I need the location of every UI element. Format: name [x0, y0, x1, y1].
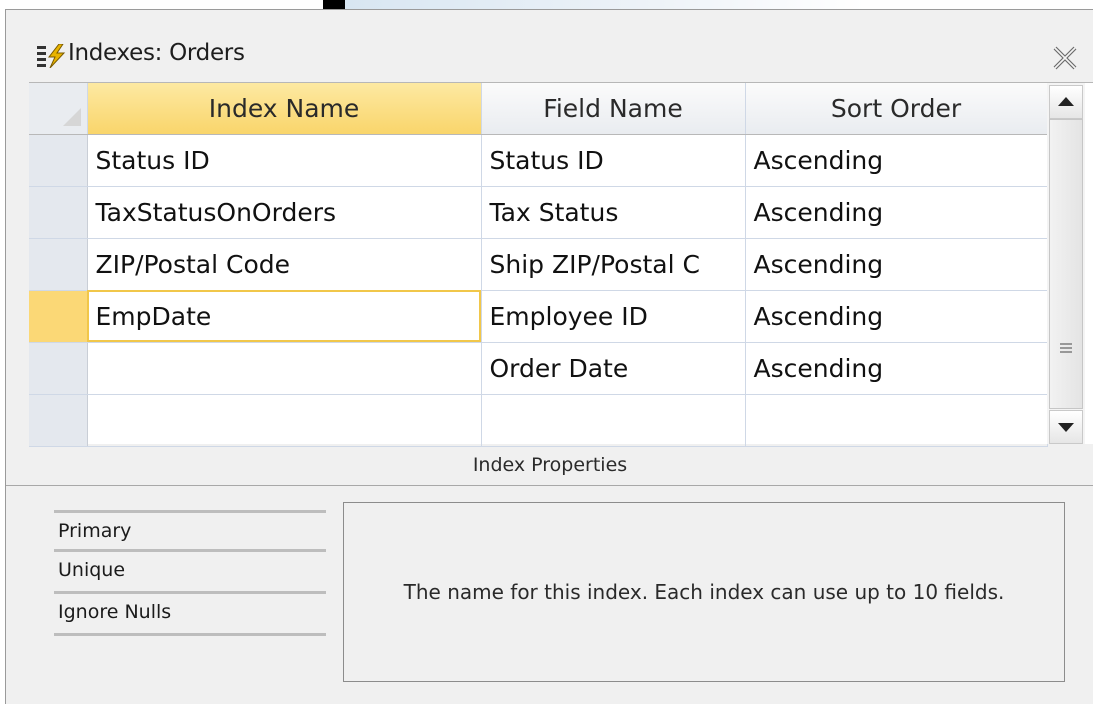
index-properties-list: Primary Unique Ignore Nulls	[54, 510, 326, 636]
table-row: Status ID Status ID Ascending	[29, 134, 1048, 187]
sort-order-cell[interactable]: Ascending	[745, 238, 1048, 291]
background-bar	[323, 0, 345, 9]
row-selector[interactable]	[29, 186, 88, 239]
select-all-corner[interactable]	[29, 83, 88, 135]
scroll-down-button[interactable]	[1049, 410, 1083, 444]
field-name-cell[interactable]: Ship ZIP/Postal C	[481, 238, 746, 291]
table-row-new	[29, 394, 1048, 447]
indexes-icon	[37, 44, 66, 68]
row-selector[interactable]	[29, 342, 88, 395]
property-ignore-nulls[interactable]: Ignore Nulls	[54, 594, 326, 636]
table-row-current: EmpDate Employee ID Ascending	[29, 290, 1048, 343]
table-row: Order Date Ascending	[29, 342, 1048, 395]
field-name-cell[interactable]	[481, 394, 746, 447]
triangle-up-icon	[1058, 97, 1074, 106]
column-header-field-name[interactable]: Field Name	[481, 83, 746, 135]
index-name-cell[interactable]: TaxStatusOnOrders	[87, 186, 482, 239]
property-primary[interactable]: Primary	[54, 510, 326, 552]
field-name-cell[interactable]: Employee ID	[481, 290, 746, 343]
index-properties-header: Index Properties	[6, 444, 1093, 486]
indexes-grid: Index Name Field Name Sort Order Status …	[29, 82, 1093, 447]
field-name-cell[interactable]: Tax Status	[481, 186, 746, 239]
background-gradient	[345, 0, 865, 9]
field-name-cell[interactable]: Status ID	[481, 134, 746, 187]
row-selector[interactable]	[29, 238, 88, 291]
index-name-cell[interactable]	[87, 342, 482, 395]
indexes-dialog: Indexes: Orders Index Name Field Name So…	[5, 9, 1093, 704]
vertical-scrollbar[interactable]	[1047, 83, 1085, 444]
index-name-cell[interactable]: Status ID	[87, 134, 482, 187]
column-header-sort-order[interactable]: Sort Order	[745, 83, 1048, 135]
title-bar[interactable]: Indexes: Orders	[6, 10, 1093, 90]
indexes-table: Index Name Field Name Sort Order Status …	[29, 83, 1048, 447]
table-row: ZIP/Postal Code Ship ZIP/Postal C Ascend…	[29, 238, 1048, 291]
property-unique[interactable]: Unique	[54, 552, 326, 594]
sort-order-cell[interactable]: Ascending	[745, 290, 1048, 343]
column-header-index-name[interactable]: Index Name	[87, 83, 482, 135]
grip-icon	[1060, 343, 1072, 353]
row-selector-current[interactable]	[29, 290, 88, 343]
dialog-title: Indexes: Orders	[68, 40, 245, 66]
sort-order-cell[interactable]: Ascending	[745, 186, 1048, 239]
scroll-up-button[interactable]	[1049, 85, 1083, 119]
field-name-cell[interactable]: Order Date	[481, 342, 746, 395]
index-name-cell[interactable]: ZIP/Postal Code	[87, 238, 482, 291]
property-description: The name for this index. Each index can …	[343, 502, 1065, 682]
index-name-cell-focused[interactable]: EmpDate	[87, 290, 482, 343]
table-row: TaxStatusOnOrders Tax Status Ascending	[29, 186, 1048, 239]
index-name-cell[interactable]	[87, 394, 482, 447]
sort-order-cell[interactable]: Ascending	[745, 342, 1048, 395]
sort-order-cell[interactable]: Ascending	[745, 134, 1048, 187]
description-text: The name for this index. Each index can …	[403, 579, 1005, 604]
sort-order-cell[interactable]	[745, 394, 1048, 447]
background-strip	[0, 0, 1093, 9]
row-selector[interactable]	[29, 134, 88, 187]
header-row: Index Name Field Name Sort Order	[29, 83, 1048, 135]
close-icon[interactable]	[1052, 45, 1078, 71]
triangle-down-icon	[1058, 423, 1074, 432]
row-selector[interactable]	[29, 394, 88, 447]
scroll-thumb[interactable]	[1049, 119, 1083, 409]
